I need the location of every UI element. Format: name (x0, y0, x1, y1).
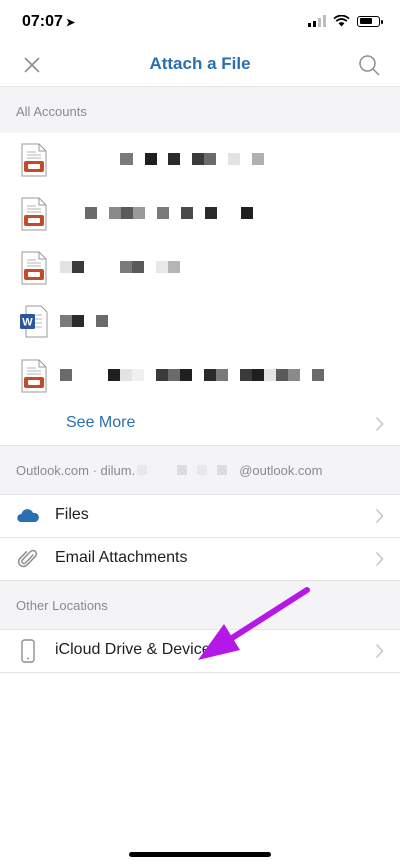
location-arrow-icon: ➤ (65, 17, 76, 29)
search-icon[interactable] (358, 54, 380, 76)
email-attachments-label: Email Attachments (55, 549, 188, 566)
recent-files-list: W (0, 133, 400, 403)
status-time: 07:07 ➤ (22, 13, 75, 31)
file-row[interactable]: W (0, 295, 400, 349)
file-name-redacted (60, 315, 108, 327)
wifi-icon (333, 15, 350, 27)
home-indicator (129, 852, 271, 857)
see-more-label: See More (66, 414, 136, 431)
chevron-right-icon (375, 508, 384, 524)
status-icons (308, 15, 383, 27)
nav-bar: Attach a File (0, 44, 400, 87)
file-name-redacted (60, 261, 180, 273)
phone-device-icon (21, 639, 35, 663)
status-bar: 07:07 ➤ (0, 0, 400, 44)
onedrive-cloud-icon (17, 509, 39, 522)
section-title: Other Locations (16, 597, 108, 613)
icloud-drive-row[interactable]: iCloud Drive & Device (0, 629, 400, 673)
document-icon (21, 143, 47, 177)
file-name-redacted (120, 153, 264, 165)
section-header-outlook-account: Outlook.com · dilum. @outlook.com (0, 446, 400, 494)
files-row[interactable]: Files (0, 494, 400, 537)
paperclip-icon (17, 549, 38, 568)
section-header-other-locations: Other Locations (0, 581, 400, 629)
chevron-right-icon (375, 643, 384, 659)
document-icon (21, 197, 47, 231)
file-name-redacted (85, 207, 253, 219)
document-icon (21, 251, 47, 285)
document-icon (21, 359, 47, 393)
email-attachments-row[interactable]: Email Attachments (0, 537, 400, 581)
file-row[interactable] (0, 349, 400, 403)
account-email-redacted (137, 465, 238, 475)
page-title: Attach a File (149, 54, 251, 73)
section-header-all-accounts: All Accounts (0, 87, 400, 133)
chevron-right-icon (375, 416, 384, 432)
see-more-button[interactable]: See More (0, 403, 400, 446)
icloud-drive-label: iCloud Drive & Device (55, 641, 211, 658)
file-row[interactable] (0, 187, 400, 241)
word-document-icon: W (20, 305, 48, 338)
chevron-right-icon (375, 551, 384, 567)
file-name-redacted (60, 369, 324, 381)
account-email-start: Outlook.com · dilum. (16, 462, 136, 478)
file-row[interactable] (0, 133, 400, 187)
file-row[interactable] (0, 241, 400, 295)
section-title: All Accounts (16, 103, 87, 119)
battery-icon (357, 15, 383, 27)
cellular-signal-icon (308, 15, 326, 27)
files-label: Files (55, 506, 89, 523)
status-time-label: 07:07 (22, 13, 63, 30)
account-email-domain: @outlook.com (239, 462, 323, 478)
svg-text:W: W (22, 317, 33, 329)
